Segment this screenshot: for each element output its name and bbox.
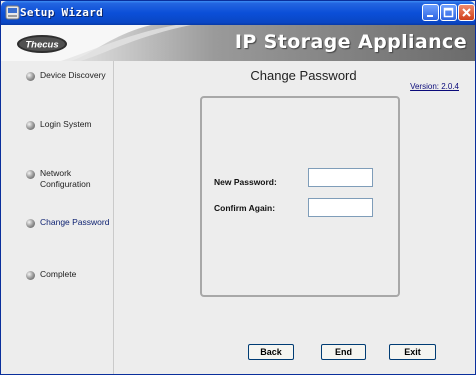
step-bullet-icon bbox=[26, 72, 35, 81]
product-banner: Thecus IP Storage Appliance bbox=[1, 25, 475, 61]
password-form-panel bbox=[200, 96, 400, 297]
maximize-icon bbox=[443, 7, 454, 18]
new-password-label: New Password: bbox=[214, 177, 277, 187]
close-button[interactable] bbox=[458, 4, 475, 21]
sidebar-item-label: Complete bbox=[40, 269, 77, 279]
step-bullet-icon bbox=[26, 170, 35, 179]
confirm-password-field[interactable] bbox=[308, 198, 373, 217]
sidebar-item-label: Change Password bbox=[40, 217, 110, 227]
step-bullet-icon bbox=[26, 121, 35, 130]
svg-text:Thecus: Thecus bbox=[25, 40, 58, 51]
setup-wizard-window: Setup Wizard Thecus IP Storage Appliance… bbox=[0, 0, 476, 375]
sidebar-item-label: Login System bbox=[40, 119, 92, 129]
sidebar-divider bbox=[113, 61, 115, 374]
new-password-field[interactable] bbox=[308, 168, 373, 187]
minimize-icon bbox=[427, 15, 433, 17]
back-button[interactable]: Back bbox=[248, 344, 294, 360]
step-bullet-icon bbox=[26, 219, 35, 228]
sidebar-item-label: Device Discovery bbox=[40, 70, 106, 80]
title-bar[interactable]: Setup Wizard bbox=[1, 1, 475, 25]
sidebar-item-label: Network Configuration bbox=[40, 168, 91, 189]
version-label: Version: 2.0.4 bbox=[410, 82, 459, 91]
thecus-logo: Thecus bbox=[17, 35, 67, 53]
banner-title: IP Storage Appliance bbox=[234, 31, 467, 53]
step-bullet-icon bbox=[26, 271, 35, 280]
close-icon bbox=[462, 8, 471, 17]
end-button[interactable]: End bbox=[321, 344, 366, 360]
page-title: Change Password bbox=[250, 68, 357, 83]
window-title: Setup Wizard bbox=[20, 6, 104, 19]
maximize-button[interactable] bbox=[440, 4, 457, 21]
app-icon bbox=[5, 5, 20, 20]
minimize-button[interactable] bbox=[422, 4, 439, 21]
exit-button[interactable]: Exit bbox=[389, 344, 436, 360]
confirm-password-label: Confirm Again: bbox=[214, 203, 276, 213]
